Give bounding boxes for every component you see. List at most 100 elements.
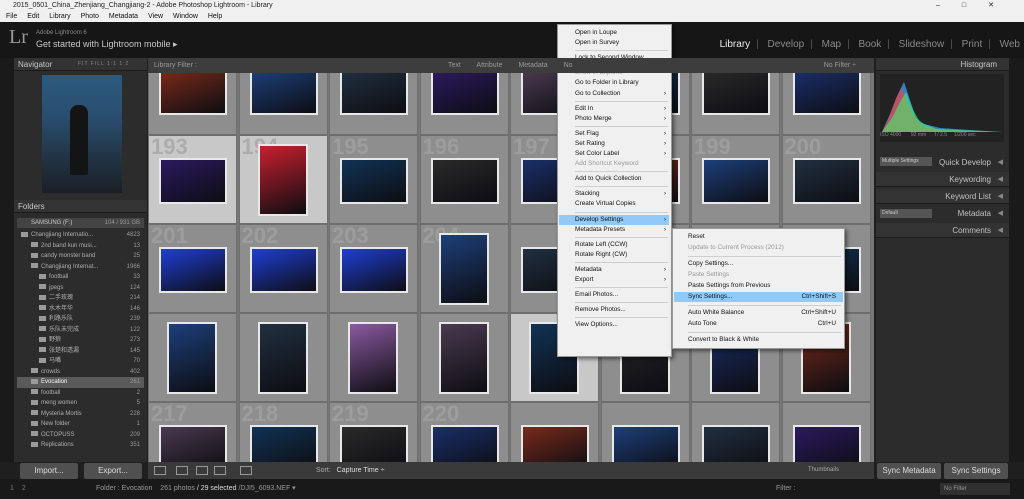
folder-item[interactable]: Evocation 261 xyxy=(17,377,144,388)
photo-cell[interactable]: 217 xyxy=(148,401,237,462)
folder-item[interactable]: 马嘴 70 xyxy=(17,356,144,367)
photo-cell[interactable] xyxy=(781,402,871,462)
photo-cell[interactable] xyxy=(691,402,780,462)
window-numbers[interactable]: 1 2 xyxy=(10,479,29,499)
photo-thumbnail[interactable] xyxy=(438,322,489,394)
menu-item-photo-merge[interactable]: Photo Merge › xyxy=(575,114,669,124)
filmstrip-filter-select[interactable]: No Filter xyxy=(940,483,1010,495)
folder-item[interactable]: meng women 5 xyxy=(17,398,144,409)
photo-thumbnail[interactable] xyxy=(159,158,227,204)
photo-thumbnail[interactable] xyxy=(792,158,861,204)
menu-item-metadata[interactable]: Metadata › xyxy=(575,265,669,275)
menu-item-add-to-quick-collection[interactable]: Add to Quick Collection xyxy=(575,174,669,184)
photo-cell[interactable]: 195 xyxy=(329,134,418,224)
photo-cell[interactable]: 201 xyxy=(148,223,237,313)
folder-item[interactable]: 水木年华 146 xyxy=(17,304,144,315)
filter-preset[interactable]: No Filter ÷ xyxy=(824,58,856,73)
photo-thumbnail[interactable] xyxy=(340,247,408,293)
photo-thumbnail[interactable] xyxy=(249,69,318,115)
photo-cell[interactable]: 199 xyxy=(691,134,780,224)
module-develop[interactable]: Develop xyxy=(768,39,805,50)
module-web[interactable]: Web xyxy=(1000,39,1020,50)
navigator-preview[interactable] xyxy=(42,75,122,193)
photo-thumbnail[interactable] xyxy=(249,425,318,462)
photo-thumbnail[interactable] xyxy=(792,69,861,115)
export-button[interactable]: Export... xyxy=(84,463,142,479)
submenu-item-convert-to-black-white[interactable]: Convert to Black & White xyxy=(688,335,836,345)
left-panel-toggle[interactable] xyxy=(0,58,14,462)
menu-item-open-in-survey[interactable]: Open in Survey xyxy=(575,38,669,48)
photo-cell[interactable]: 218 xyxy=(238,401,328,462)
filmstrip-file[interactable]: /DJI5_6093.NEF ▾ xyxy=(238,485,295,492)
photo-cell[interactable]: 200 xyxy=(781,134,871,224)
menu-item-edit-in[interactable]: Edit In › xyxy=(575,104,669,114)
folder-item[interactable]: 乐队未完成 122 xyxy=(17,325,144,336)
menu-item-metadata-presets[interactable]: Metadata Presets › xyxy=(575,225,669,235)
photo-cell[interactable]: 194 xyxy=(238,134,328,224)
submenu-item-copy-settings[interactable]: Copy Settings... xyxy=(688,259,836,269)
photo-thumbnail[interactable] xyxy=(702,158,770,204)
photo-cell[interactable] xyxy=(148,313,237,402)
submenu-item-sync-settings[interactable]: Sync Settings... Ctrl+Shift+S xyxy=(674,292,843,302)
folder-item[interactable]: Changjiang Internat... 1966 xyxy=(17,262,144,273)
menu-item-email-photos[interactable]: Email Photos... xyxy=(575,290,669,300)
keyword-list-header[interactable]: Keyword List ◀ xyxy=(876,189,1009,204)
folder-item[interactable]: jpegs 124 xyxy=(17,283,144,294)
sort-value[interactable]: Capture Time ÷ xyxy=(337,467,385,474)
photo-thumbnail[interactable] xyxy=(792,425,861,462)
compare-view-icon[interactable] xyxy=(196,466,208,475)
photo-thumbnail[interactable] xyxy=(159,247,227,293)
menu-item-set-color-label[interactable]: Set Color Label › xyxy=(575,149,669,159)
folders-header[interactable]: Folders xyxy=(14,200,147,213)
folder-item[interactable]: football 33 xyxy=(17,272,144,283)
filter-metadata[interactable]: Metadata xyxy=(518,62,547,69)
submenu-item-auto-tone[interactable]: Auto Tone Ctrl+U xyxy=(688,319,836,329)
photo-cell[interactable] xyxy=(600,402,690,462)
sync-metadata-button[interactable]: Sync Metadata xyxy=(877,463,941,479)
photo-thumbnail[interactable] xyxy=(438,233,489,305)
module-print[interactable]: Print xyxy=(962,39,983,50)
folder-item[interactable]: 利路乐队 239 xyxy=(17,314,144,325)
photo-cell[interactable] xyxy=(419,313,509,402)
folder-item[interactable]: 二手玫瑰 214 xyxy=(17,293,144,304)
menu-item-create-virtual-copies[interactable]: Create Virtual Copies xyxy=(575,199,669,209)
photo-thumbnail[interactable] xyxy=(249,247,318,293)
filter-text[interactable]: Text xyxy=(448,62,461,69)
menu-item-set-flag[interactable]: Set Flag › xyxy=(575,129,669,139)
photo-thumbnail[interactable] xyxy=(159,425,227,462)
navigator-zoom[interactable]: FIT FILL 1:1 1:2 xyxy=(78,61,129,67)
thumbnail-size-slider[interactable]: Thumbnails xyxy=(808,462,839,479)
photo-cell[interactable]: 202 xyxy=(238,223,328,313)
photo-cell[interactable]: 220 xyxy=(419,401,509,462)
folder-item[interactable]: 张楚和透漏 145 xyxy=(17,346,144,357)
module-slideshow[interactable]: Slideshow xyxy=(899,39,945,50)
people-view-icon[interactable] xyxy=(240,466,252,475)
photo-thumbnail[interactable] xyxy=(257,322,308,394)
menu-item-open-in-loupe[interactable]: Open in Loupe xyxy=(575,28,669,38)
photo-thumbnail[interactable] xyxy=(159,69,227,115)
folder-item[interactable]: football 2 xyxy=(17,388,144,399)
module-map[interactable]: Map xyxy=(822,39,841,50)
filmstrip-folder[interactable]: Folder : Evocation xyxy=(96,485,152,492)
comments-header[interactable]: Comments ◀ xyxy=(876,223,1009,238)
sort-control[interactable]: Sort: Capture Time ÷ xyxy=(316,462,384,479)
photo-cell[interactable]: 196 xyxy=(419,134,509,224)
folder-item[interactable]: New folder 1 xyxy=(17,419,144,430)
folder-item[interactable]: OCTOPUSS 209 xyxy=(17,430,144,441)
folder-item[interactable]: Changjiang Internatio... 4823 xyxy=(17,230,144,241)
photo-thumbnail[interactable] xyxy=(340,425,408,462)
folder-item[interactable]: Mysteria Mortis 228 xyxy=(17,409,144,420)
menu-item-rotate-right-cw[interactable]: Rotate Right (CW) xyxy=(575,250,669,260)
submenu-item-paste-settings-from-previous[interactable]: Paste Settings from Previous xyxy=(688,281,836,291)
menu-item-set-rating[interactable]: Set Rating › xyxy=(575,139,669,149)
photo-cell[interactable]: 203 xyxy=(329,223,418,313)
photo-cell[interactable] xyxy=(510,402,599,462)
menu-edit[interactable]: Edit xyxy=(27,13,39,20)
menu-photo[interactable]: Photo xyxy=(81,13,99,20)
photo-thumbnail[interactable] xyxy=(340,158,408,204)
loupe-view-icon[interactable] xyxy=(176,466,188,475)
menu-item-export[interactable]: Export › xyxy=(575,275,669,285)
photo-cell[interactable]: 193 xyxy=(148,134,237,224)
photo-thumbnail[interactable] xyxy=(702,425,770,462)
menu-help[interactable]: Help xyxy=(208,13,222,20)
